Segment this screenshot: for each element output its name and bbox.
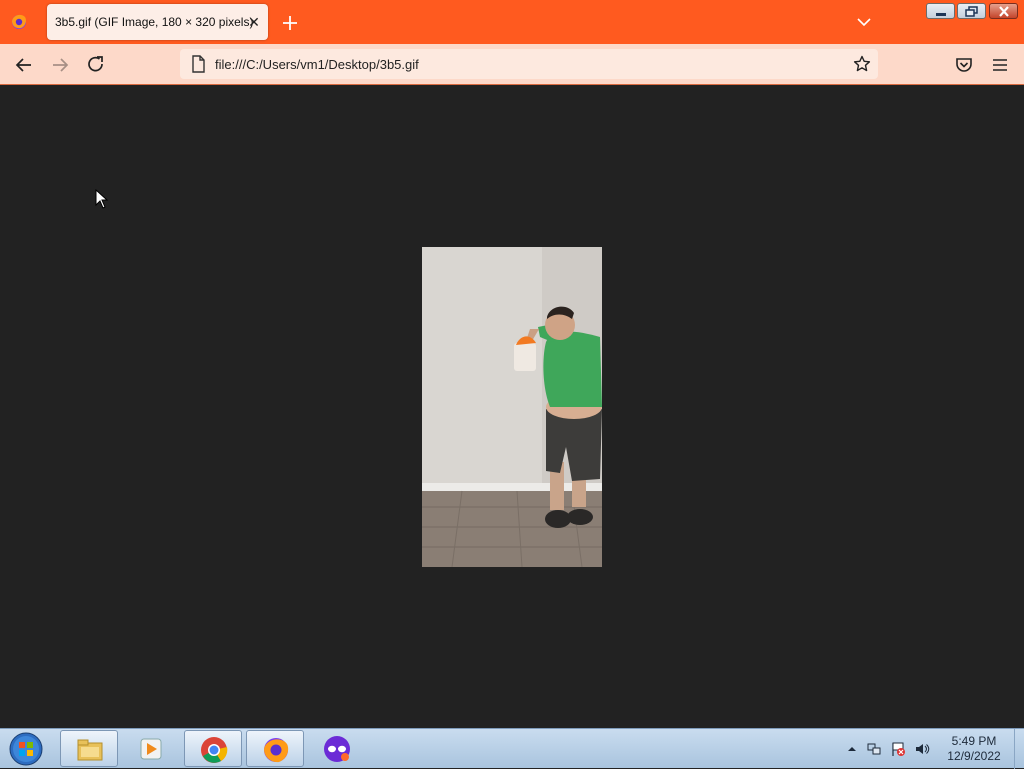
clock-time: 5:49 PM <box>951 734 997 748</box>
file-explorer-icon <box>77 739 103 761</box>
bookmark-star-icon[interactable] <box>853 55 871 73</box>
reload-button[interactable] <box>84 53 108 77</box>
gif-image[interactable] <box>422 247 602 567</box>
page-content <box>0 85 1024 728</box>
close-tab-icon[interactable]: ✕ <box>245 13 263 31</box>
flag-icon[interactable] <box>890 741 906 757</box>
hamburger-menu-icon[interactable] <box>988 53 1012 77</box>
taskbar-firefox[interactable] <box>246 730 304 767</box>
system-clock[interactable]: 5:49 PM 12/9/2022 <box>940 734 1008 764</box>
firefox-icon <box>12 14 26 29</box>
show-desktop-button[interactable] <box>1014 729 1024 769</box>
chevron-down-icon[interactable] <box>854 13 874 31</box>
start-button[interactable] <box>4 729 48 769</box>
minimize-icon <box>936 13 946 16</box>
chrome-icon <box>201 737 228 763</box>
network-icon[interactable] <box>866 741 882 757</box>
minimize-button[interactable] <box>926 3 955 19</box>
taskbar-media-player[interactable] <box>122 730 180 767</box>
mouse-cursor-icon <box>95 189 109 209</box>
volume-icon[interactable] <box>914 741 930 757</box>
tab-bar: 3b5.gif (GIF Image, 180 × 320 pixels) ✕ <box>0 0 1024 44</box>
firefox-icon <box>264 738 289 763</box>
new-tab-button[interactable] <box>279 12 301 34</box>
incognito-mask-icon <box>324 736 350 762</box>
close-window-button[interactable] <box>989 3 1018 19</box>
taskbar: 5:49 PM 12/9/2022 <box>0 728 1024 769</box>
navigation-toolbar: file:///C:/Users/vm1/Desktop/3b5.gif <box>0 44 1024 85</box>
taskbar-incognito[interactable] <box>308 730 366 767</box>
taskbar-chrome[interactable] <box>184 730 242 767</box>
media-player-icon <box>140 738 162 760</box>
tab-active[interactable]: 3b5.gif (GIF Image, 180 × 320 pixels) ✕ <box>47 4 268 40</box>
page-icon <box>192 55 205 73</box>
tray-up-arrow-icon[interactable] <box>844 741 860 757</box>
tab-title: 3b5.gif (GIF Image, 180 × 320 pixels) <box>55 15 254 29</box>
close-icon <box>999 6 1009 17</box>
clock-date: 12/9/2022 <box>947 749 1001 763</box>
url-text[interactable]: file:///C:/Users/vm1/Desktop/3b5.gif <box>215 57 419 72</box>
restore-button[interactable] <box>957 3 986 19</box>
pocket-icon[interactable] <box>952 53 976 77</box>
forward-button[interactable] <box>48 53 72 77</box>
back-button[interactable] <box>12 53 36 77</box>
address-bar[interactable]: file:///C:/Users/vm1/Desktop/3b5.gif <box>180 49 878 79</box>
taskbar-file-explorer[interactable] <box>60 730 118 767</box>
restore-icon <box>965 6 978 17</box>
